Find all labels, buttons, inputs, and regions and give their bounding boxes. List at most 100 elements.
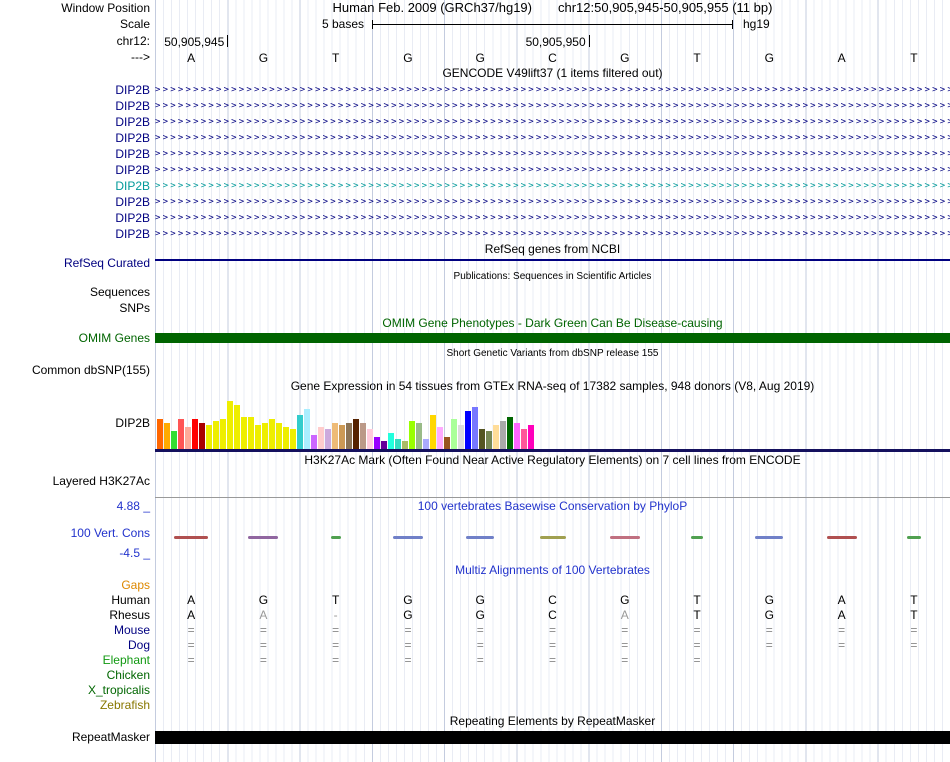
species-label[interactable]: X_tropicalis: [0, 683, 155, 698]
omim-gene-bar[interactable]: [155, 333, 950, 343]
gencode-transcript-arrows[interactable]: >>>>>>>>>>>>>>>>>>>>>>>>>>>>>>>>>>>>>>>>…: [155, 98, 950, 114]
gtex-bar[interactable]: [171, 431, 177, 449]
gtex-bar[interactable]: [374, 437, 380, 449]
gencode-item-label[interactable]: DIP2B: [0, 82, 155, 98]
gtex-bar[interactable]: [500, 421, 506, 449]
conservation-track-label[interactable]: 100 Vert. Cons: [71, 526, 150, 540]
gtex-bar[interactable]: [353, 419, 359, 449]
gencode-transcript-arrows[interactable]: >>>>>>>>>>>>>>>>>>>>>>>>>>>>>>>>>>>>>>>>…: [155, 178, 950, 194]
gtex-bar[interactable]: [157, 419, 163, 449]
gtex-bar[interactable]: [528, 425, 534, 449]
gtex-bar[interactable]: [521, 429, 527, 449]
conservation-content[interactable]: [155, 514, 950, 562]
gencode-item-label[interactable]: DIP2B: [0, 194, 155, 210]
alignment-glyph-row[interactable]: = = = = = = = = = = =: [155, 623, 950, 638]
gtex-gene-label[interactable]: DIP2B: [0, 394, 155, 452]
gtex-bar[interactable]: [283, 427, 289, 449]
gencode-transcript-arrows[interactable]: >>>>>>>>>>>>>>>>>>>>>>>>>>>>>>>>>>>>>>>>…: [155, 226, 950, 242]
gtex-bar[interactable]: [479, 429, 485, 449]
gtex-bar[interactable]: [458, 425, 464, 449]
gtex-bar[interactable]: [507, 417, 513, 449]
gtex-bar[interactable]: [381, 441, 387, 449]
gencode-transcript-arrows[interactable]: >>>>>>>>>>>>>>>>>>>>>>>>>>>>>>>>>>>>>>>>…: [155, 114, 950, 130]
gtex-bar[interactable]: [339, 425, 345, 449]
gencode-item-label[interactable]: DIP2B: [0, 114, 155, 130]
gtex-bar[interactable]: [199, 423, 205, 449]
gtex-bar[interactable]: [465, 411, 471, 449]
species-label[interactable]: Human: [0, 593, 155, 608]
species-label[interactable]: Rhesus: [0, 608, 155, 623]
snps-label[interactable]: SNPs: [0, 300, 155, 316]
gencode-item-label[interactable]: DIP2B: [0, 178, 155, 194]
refseq-curated-label[interactable]: RefSeq Curated: [0, 256, 155, 270]
species-label[interactable]: Dog: [0, 638, 155, 653]
gtex-bar[interactable]: [423, 439, 429, 449]
h3k27ac-label[interactable]: Layered H3K27Ac: [0, 468, 155, 498]
alignment-glyph-row[interactable]: AA-GGCATGAT: [155, 608, 950, 623]
gtex-bar[interactable]: [346, 423, 352, 449]
gtex-bar[interactable]: [318, 427, 324, 449]
gtex-bar[interactable]: [164, 423, 170, 449]
gencode-transcript-arrows[interactable]: >>>>>>>>>>>>>>>>>>>>>>>>>>>>>>>>>>>>>>>>…: [155, 82, 950, 98]
gtex-bar[interactable]: [234, 405, 240, 449]
gtex-bar[interactable]: [311, 435, 317, 449]
gtex-bar[interactable]: [304, 409, 310, 449]
gtex-bar[interactable]: [388, 433, 394, 449]
refseq-curated-content[interactable]: [155, 256, 950, 270]
sequences-label[interactable]: Sequences: [0, 284, 155, 300]
gtex-bar[interactable]: [241, 417, 247, 449]
species-label[interactable]: Mouse: [0, 623, 155, 638]
gtex-bar[interactable]: [220, 419, 226, 449]
gtex-bar[interactable]: [430, 415, 436, 449]
alignment-glyph-row[interactable]: AGTGGCGTGAT: [155, 593, 950, 608]
species-label[interactable]: Chicken: [0, 668, 155, 683]
species-label[interactable]: Gaps: [0, 578, 155, 593]
gtex-bar[interactable]: [178, 419, 184, 449]
alignment-glyph-row[interactable]: [155, 668, 950, 683]
gencode-item-label[interactable]: DIP2B: [0, 146, 155, 162]
gencode-item-label[interactable]: DIP2B: [0, 98, 155, 114]
gtex-bar[interactable]: [493, 425, 499, 449]
gtex-bar[interactable]: [290, 429, 296, 449]
gtex-bar[interactable]: [360, 423, 366, 449]
gencode-item-label[interactable]: DIP2B: [0, 210, 155, 226]
gtex-bar[interactable]: [437, 427, 443, 449]
gtex-bar[interactable]: [276, 423, 282, 449]
repeatmasker-label[interactable]: RepeatMasker: [0, 729, 155, 746]
omim-genes-content[interactable]: [155, 330, 950, 346]
gtex-bar[interactable]: [213, 421, 219, 449]
gtex-bar[interactable]: [409, 421, 415, 449]
gencode-item-label[interactable]: DIP2B: [0, 130, 155, 146]
gtex-bar[interactable]: [185, 427, 191, 449]
gtex-bar[interactable]: [297, 415, 303, 449]
gencode-transcript-arrows[interactable]: >>>>>>>>>>>>>>>>>>>>>>>>>>>>>>>>>>>>>>>>…: [155, 162, 950, 178]
gtex-bar[interactable]: [206, 425, 212, 449]
gtex-bar[interactable]: [444, 437, 450, 449]
alignment-glyph-row[interactable]: [155, 578, 950, 593]
species-label[interactable]: Elephant: [0, 653, 155, 668]
alignment-glyph-row[interactable]: [155, 698, 950, 713]
gtex-bar[interactable]: [192, 419, 198, 449]
gtex-bar[interactable]: [402, 441, 408, 449]
gtex-bar[interactable]: [325, 429, 331, 449]
gtex-bar[interactable]: [416, 423, 422, 449]
omim-genes-label[interactable]: OMIM Genes: [0, 330, 155, 346]
alignment-glyph-row[interactable]: = = = = = = = = = = =: [155, 638, 950, 653]
gencode-transcript-arrows[interactable]: >>>>>>>>>>>>>>>>>>>>>>>>>>>>>>>>>>>>>>>>…: [155, 130, 950, 146]
gtex-bar[interactable]: [269, 419, 275, 449]
repeatmasker-bar[interactable]: [155, 731, 950, 744]
dbsnp-label[interactable]: Common dbSNP(155): [0, 362, 155, 378]
gtex-bar[interactable]: [486, 431, 492, 449]
gtex-bar[interactable]: [248, 417, 254, 449]
gtex-bar[interactable]: [255, 425, 261, 449]
alignment-glyph-row[interactable]: [155, 683, 950, 698]
gtex-bar[interactable]: [514, 423, 520, 449]
gtex-chart-content[interactable]: [155, 394, 950, 452]
gencode-item-label[interactable]: DIP2B: [0, 226, 155, 242]
gtex-bar[interactable]: [262, 423, 268, 449]
gtex-bar[interactable]: [332, 423, 338, 449]
gencode-transcript-arrows[interactable]: >>>>>>>>>>>>>>>>>>>>>>>>>>>>>>>>>>>>>>>>…: [155, 146, 950, 162]
gtex-bar[interactable]: [472, 407, 478, 449]
species-label[interactable]: Zebrafish: [0, 698, 155, 713]
alignment-glyph-row[interactable]: = = = = = = = =: [155, 653, 950, 668]
